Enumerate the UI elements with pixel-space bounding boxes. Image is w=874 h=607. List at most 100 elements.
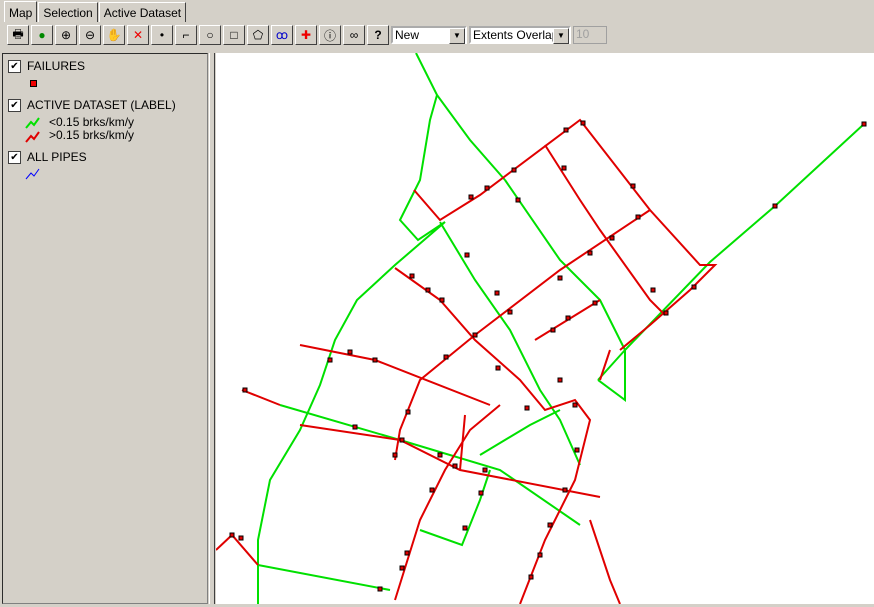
class-label-low: <0.15 brks/km/y: [49, 115, 135, 129]
failure-marker[interactable]: [242, 387, 248, 393]
selection-mode-value: New: [395, 28, 420, 42]
failure-marker[interactable]: [572, 402, 578, 408]
pipe-segment: [299, 344, 491, 406]
failure-marker[interactable]: [464, 252, 470, 258]
failure-marker[interactable]: [635, 214, 641, 220]
checkbox-all-pipes[interactable]: ✔: [8, 150, 21, 164]
failure-marker[interactable]: [372, 357, 378, 363]
failure-marker[interactable]: [515, 197, 521, 203]
failure-marker[interactable]: [478, 490, 484, 496]
failure-marker[interactable]: [399, 437, 405, 443]
failure-marker[interactable]: [547, 522, 553, 528]
overlap-mode-select[interactable]: Extents Overlap ▼: [469, 26, 571, 44]
binoculars-icon[interactable]: ∞: [343, 25, 365, 45]
failure-marker[interactable]: [580, 120, 586, 126]
failure-marker[interactable]: [528, 574, 534, 580]
failure-marker[interactable]: [462, 525, 468, 531]
failure-marker[interactable]: [563, 127, 569, 133]
failure-marker[interactable]: [377, 586, 383, 592]
layer-active-dataset[interactable]: ✔ ACTIVE DATASET (LABEL): [8, 98, 176, 112]
failure-marker[interactable]: [587, 250, 593, 256]
failure-marker[interactable]: [238, 535, 244, 541]
failure-marker[interactable]: [495, 365, 501, 371]
failure-marker[interactable]: [861, 121, 867, 127]
failure-marker[interactable]: [352, 424, 358, 430]
layer-label: ALL PIPES: [27, 150, 87, 164]
rectangle-icon[interactable]: □: [223, 25, 245, 45]
failure-marker[interactable]: [550, 327, 556, 333]
layer-all-pipes[interactable]: ✔ ALL PIPES: [8, 150, 87, 164]
polygon-icon[interactable]: ⬠: [247, 25, 269, 45]
failure-marker[interactable]: [482, 467, 488, 473]
failure-marker[interactable]: [392, 452, 398, 458]
failure-marker[interactable]: [507, 309, 513, 315]
failure-marker[interactable]: [472, 332, 478, 338]
failure-marker[interactable]: [772, 203, 778, 209]
failure-marker[interactable]: [562, 487, 568, 493]
failure-marker[interactable]: [405, 409, 411, 415]
zoom-out-icon[interactable]: ⊖: [79, 25, 101, 45]
tab-active-dataset[interactable]: Active Dataset: [98, 2, 187, 22]
layer-label: FAILURES: [27, 59, 86, 73]
failure-marker[interactable]: [439, 297, 445, 303]
checkbox-active-dataset[interactable]: ✔: [8, 98, 21, 112]
failure-marker[interactable]: [650, 287, 656, 293]
pipe-segment: [241, 389, 281, 406]
failure-marker[interactable]: [347, 349, 353, 355]
failure-marker[interactable]: [404, 550, 410, 556]
failure-marker[interactable]: [452, 463, 458, 469]
failure-marker[interactable]: [691, 284, 697, 290]
info-icon[interactable]: ⓘ: [319, 25, 341, 45]
failure-marker[interactable]: [468, 194, 474, 200]
pipe-segment: [394, 267, 592, 605]
map-canvas[interactable]: [215, 52, 874, 605]
chevron-down-icon[interactable]: ▼: [449, 28, 465, 44]
failure-marker[interactable]: [511, 167, 517, 173]
pipe-segment: [215, 533, 259, 566]
pipe-segment: [597, 123, 865, 381]
tolerance-input[interactable]: 10: [573, 26, 607, 44]
add-layer-icon[interactable]: ✚: [295, 25, 317, 45]
globe-icon[interactable]: ●: [31, 25, 53, 45]
failure-marker[interactable]: [484, 185, 490, 191]
chevron-down-icon[interactable]: ▼: [553, 28, 569, 44]
help-icon[interactable]: ?: [367, 25, 389, 45]
failure-marker[interactable]: [609, 235, 615, 241]
print-icon[interactable]: 🖶: [7, 25, 29, 45]
clear-selection-icon[interactable]: ✕: [127, 25, 149, 45]
failure-marker[interactable]: [443, 354, 449, 360]
point-icon[interactable]: •: [151, 25, 173, 45]
legend-panel: ✔ FAILURES ✔ ACTIVE DATASET (LABEL) <0.15 …: [2, 53, 208, 604]
failure-marker[interactable]: [425, 287, 431, 293]
failure-marker[interactable]: [663, 310, 669, 316]
failure-marker[interactable]: [557, 275, 563, 281]
failure-marker[interactable]: [494, 290, 500, 296]
failure-marker[interactable]: [561, 165, 567, 171]
tab-selection[interactable]: Selection: [38, 2, 98, 22]
panel-splitter[interactable]: [209, 53, 215, 604]
layer-failures[interactable]: ✔ FAILURES: [8, 59, 85, 73]
failure-marker[interactable]: [537, 552, 543, 558]
failure-marker[interactable]: [574, 447, 580, 453]
pipe-network-map: [215, 52, 867, 605]
failure-marker[interactable]: [229, 532, 235, 538]
failure-marker[interactable]: [565, 315, 571, 321]
zoom-in-icon[interactable]: ⊕: [55, 25, 77, 45]
pipe-segment: [415, 52, 506, 181]
failure-marker[interactable]: [524, 405, 530, 411]
tab-map[interactable]: Map: [4, 1, 38, 22]
circle-icon[interactable]: ○: [199, 25, 221, 45]
failure-marker[interactable]: [399, 565, 405, 571]
failure-marker[interactable]: [630, 183, 636, 189]
selection-mode-select[interactable]: New ▼: [391, 26, 467, 44]
checkbox-failures[interactable]: ✔: [8, 59, 21, 73]
lasso-icon[interactable]: ꝏ: [271, 25, 293, 45]
failure-marker[interactable]: [327, 357, 333, 363]
failure-marker[interactable]: [437, 452, 443, 458]
pan-hand-icon[interactable]: ✋: [103, 25, 125, 45]
failure-marker[interactable]: [592, 300, 598, 306]
failure-marker[interactable]: [429, 487, 435, 493]
line-icon[interactable]: ⌐: [175, 25, 197, 45]
failure-marker[interactable]: [557, 377, 563, 383]
failure-marker[interactable]: [409, 273, 415, 279]
